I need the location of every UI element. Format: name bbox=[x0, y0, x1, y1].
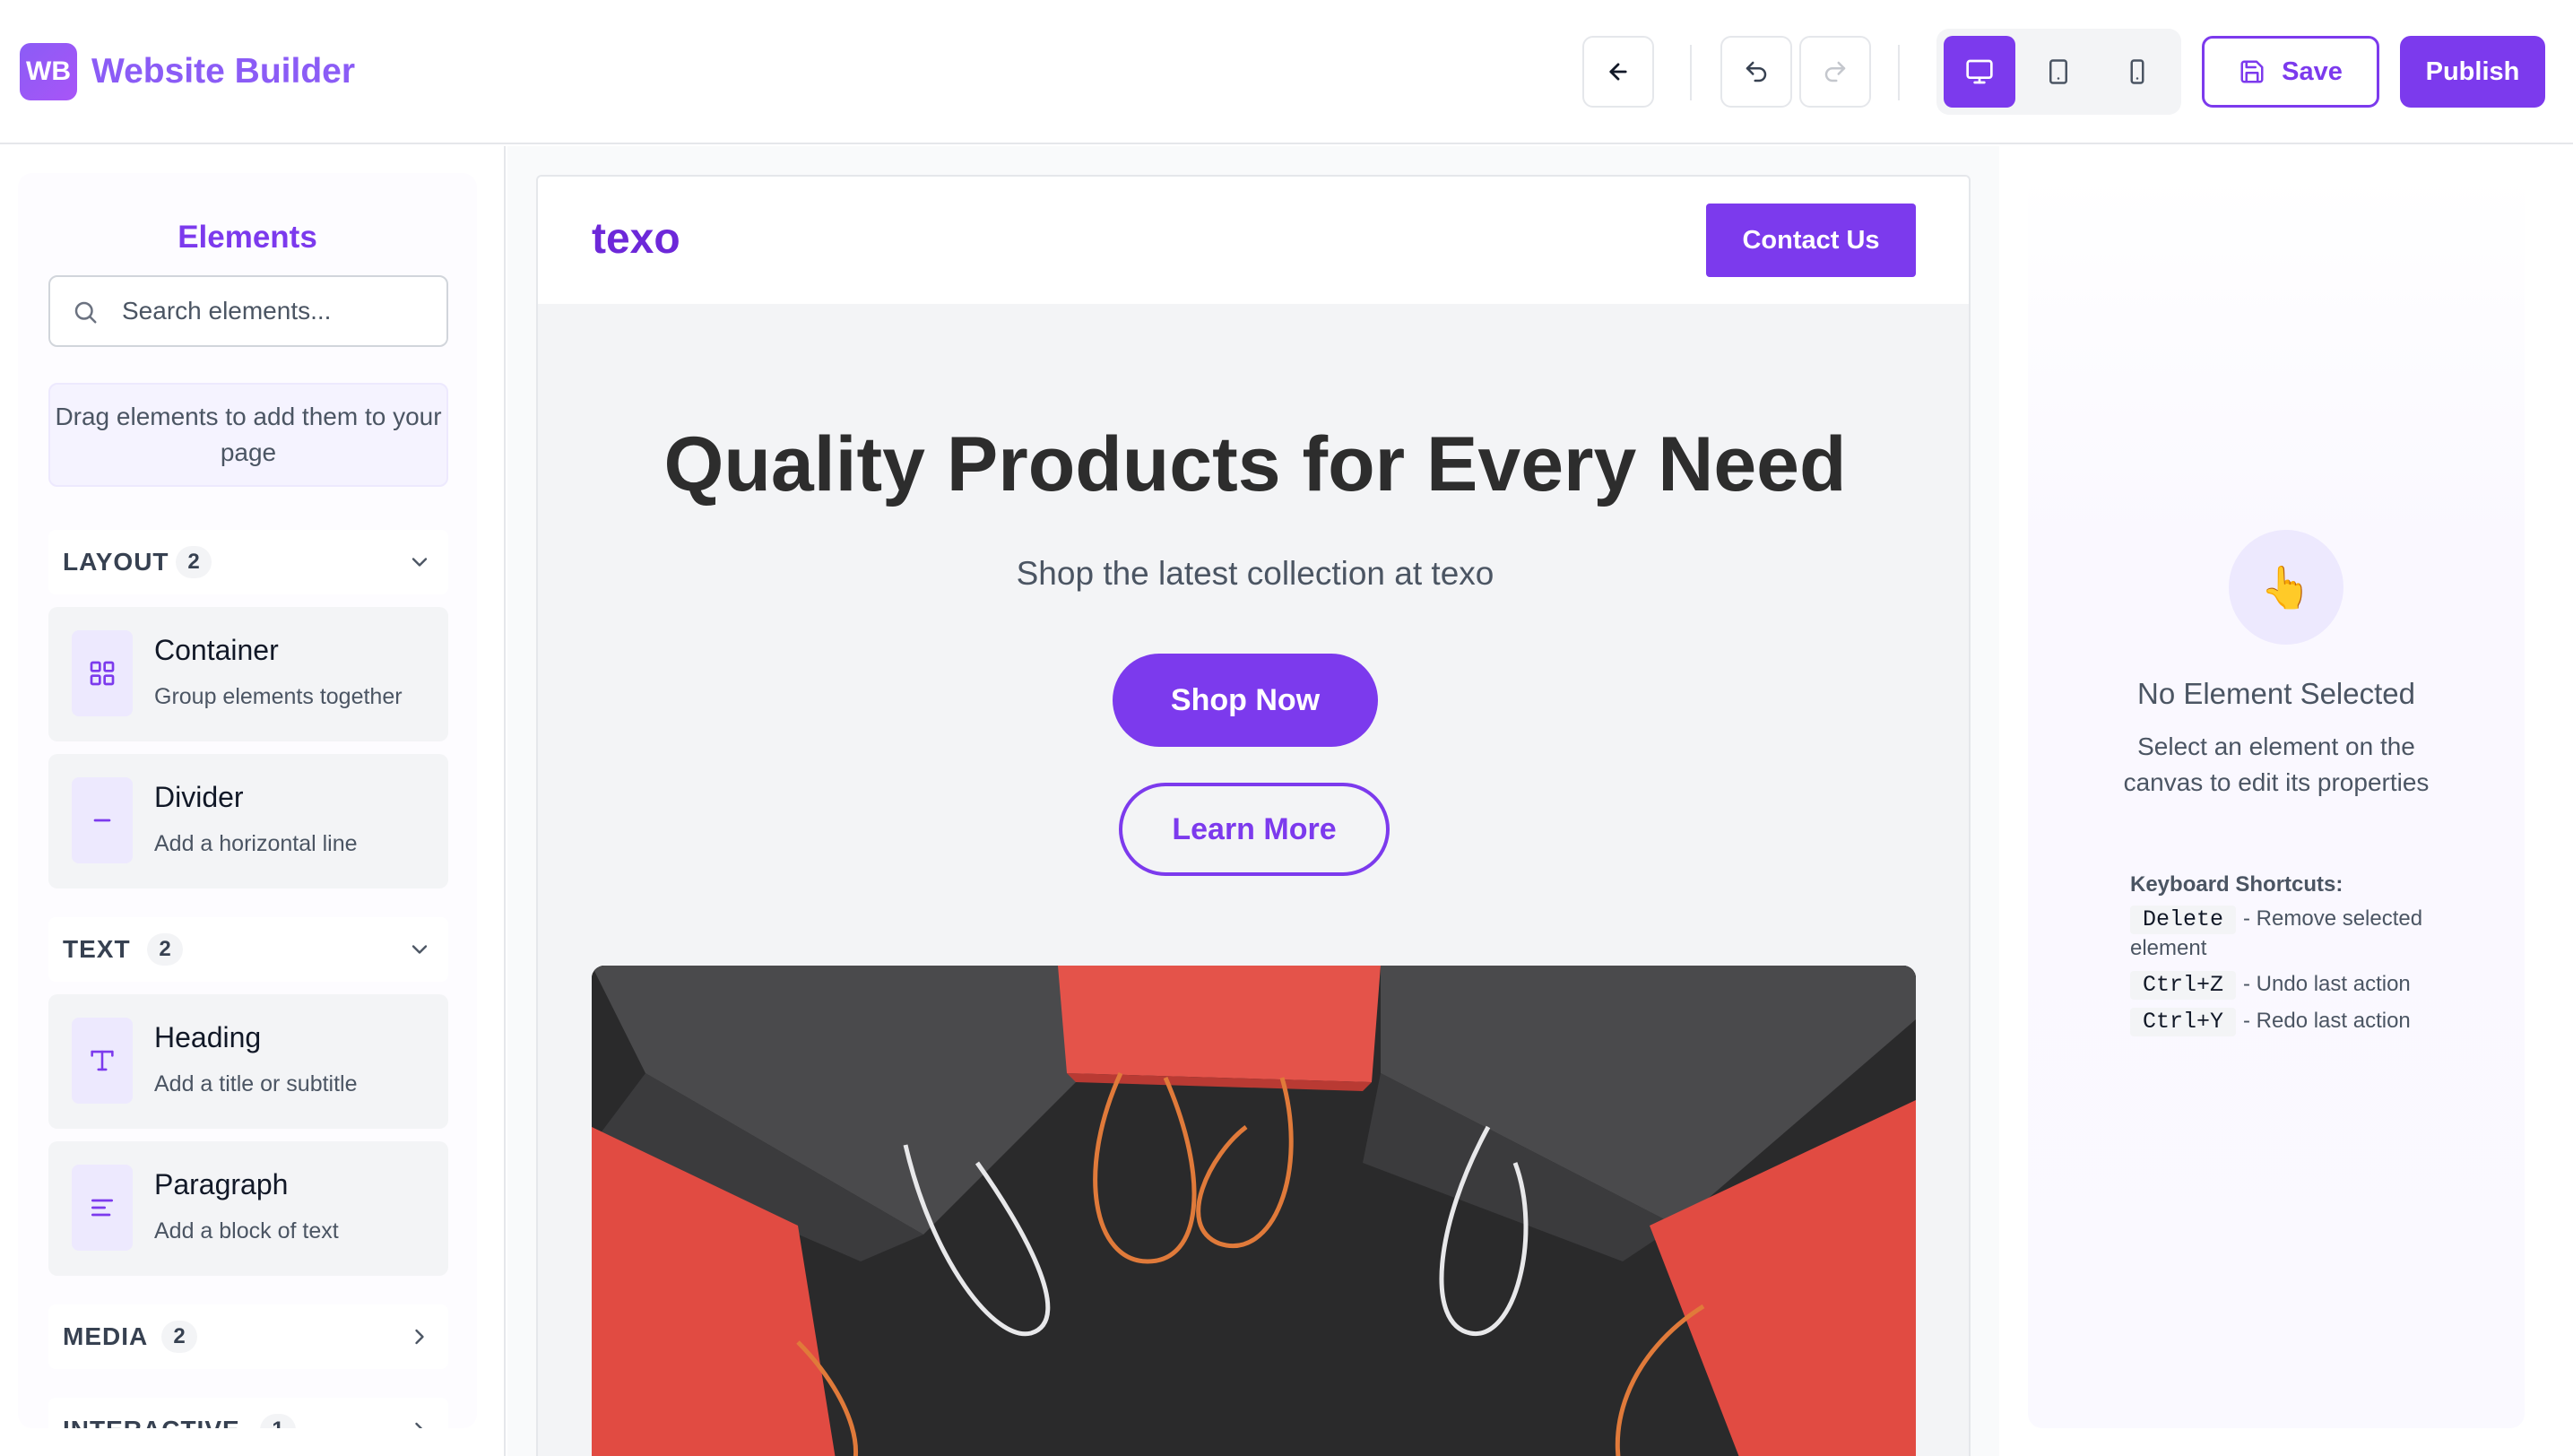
drag-hint: Drag elements to add them to your page bbox=[48, 383, 448, 487]
elements-panel: Elements Drag elements to add them to yo… bbox=[18, 173, 477, 1428]
empty-state-title: No Element Selected bbox=[2136, 677, 2415, 710]
device-switcher bbox=[1936, 29, 2181, 115]
element-name: Divider bbox=[154, 781, 244, 813]
category-count: 2 bbox=[176, 546, 212, 578]
pointer-icon: 👆 bbox=[2229, 530, 2343, 645]
monitor-icon bbox=[1966, 59, 1993, 84]
save-button[interactable]: Save bbox=[2202, 36, 2379, 108]
undo-button[interactable] bbox=[1720, 36, 1792, 108]
properties-panel: 👆 No Element Selected Select an element … bbox=[2028, 173, 2525, 1428]
save-icon bbox=[2240, 60, 2264, 83]
element-desc: Group elements together bbox=[154, 684, 403, 709]
element-name: Heading bbox=[154, 1021, 262, 1053]
toolbar-divider bbox=[1690, 45, 1692, 100]
category-media[interactable]: MEDIA 2 bbox=[48, 1304, 448, 1369]
hero-heading[interactable]: Quality Products for Every Need bbox=[538, 420, 1969, 509]
category-label: TEXT bbox=[63, 935, 131, 963]
type-icon bbox=[72, 1018, 133, 1104]
chevron-right-icon bbox=[415, 1329, 424, 1345]
undo-icon bbox=[1746, 61, 1767, 82]
desktop-view-button[interactable] bbox=[1944, 36, 2015, 108]
properties-sidebar: 👆 No Element Selected Select an element … bbox=[2001, 146, 2573, 1456]
shopping-bags-illustration bbox=[592, 966, 1916, 1456]
category-interactive[interactable]: INTERACTIVE 1 bbox=[48, 1398, 448, 1428]
category-text[interactable]: TEXT 2 bbox=[48, 917, 448, 982]
page-preview[interactable]: texo Contact Us Quality Products for Eve… bbox=[536, 175, 1971, 1456]
element-desc: Add a title or subtitle bbox=[154, 1071, 358, 1096]
element-heading[interactable]: Heading Add a title or subtitle bbox=[48, 994, 448, 1129]
category-layout[interactable]: LAYOUT 2 bbox=[48, 530, 448, 594]
toolbar-divider bbox=[1898, 45, 1900, 100]
chevron-right-icon bbox=[415, 1422, 423, 1428]
elements-sidebar: Elements Drag elements to add them to yo… bbox=[0, 146, 506, 1456]
element-container[interactable]: Container Group elements together bbox=[48, 607, 448, 741]
element-name: Paragraph bbox=[154, 1168, 289, 1200]
shortcut-key: Ctrl+Z bbox=[2130, 971, 2237, 1000]
category-count: 1 bbox=[260, 1414, 296, 1428]
shortcuts-title: Keyboard Shortcuts: bbox=[2130, 872, 2343, 897]
learn-more-button[interactable]: Learn More bbox=[1119, 783, 1390, 876]
publish-button[interactable]: Publish bbox=[2400, 36, 2545, 108]
element-desc: Add a block of text bbox=[154, 1218, 339, 1244]
empty-state-description: Select an element on the canvas to edit … bbox=[2123, 732, 2430, 796]
shortcut-key: Ctrl+Y bbox=[2130, 1008, 2237, 1036]
category-label: INTERACTIVE bbox=[63, 1416, 240, 1428]
shortcut-row: Ctrl+Y - Redo last action bbox=[2130, 1007, 2489, 1036]
element-divider[interactable]: Divider Add a horizontal line bbox=[48, 754, 448, 888]
logo-badge: WB bbox=[20, 43, 77, 100]
tablet-icon bbox=[2049, 59, 2067, 84]
shortcut-row: Ctrl+Z - Undo last action bbox=[2130, 970, 2489, 1000]
shortcut-action: - Redo last action bbox=[2243, 1009, 2411, 1033]
phone-icon bbox=[2130, 59, 2144, 84]
search-box bbox=[48, 275, 448, 347]
chevron-down-icon bbox=[412, 945, 428, 954]
mobile-view-button[interactable] bbox=[2101, 36, 2173, 108]
minus-icon bbox=[72, 777, 133, 863]
save-label: Save bbox=[2282, 56, 2343, 86]
category-label: LAYOUT bbox=[63, 548, 169, 576]
grid-icon bbox=[72, 630, 133, 716]
shortcut-row: Delete - Remove selected element bbox=[2130, 905, 2489, 963]
hero-subtitle[interactable]: Shop the latest collection at texo bbox=[538, 555, 1969, 593]
shopping-bags-image[interactable] bbox=[592, 966, 1916, 1456]
category-label: MEDIA bbox=[63, 1322, 149, 1350]
element-name: Container bbox=[154, 634, 279, 666]
element-paragraph[interactable]: Paragraph Add a block of text bbox=[48, 1141, 448, 1276]
shortcut-action: - Undo last action bbox=[2243, 972, 2411, 996]
chevron-down-icon bbox=[412, 558, 428, 567]
site-header[interactable]: texo Contact Us bbox=[538, 177, 1969, 304]
redo-icon bbox=[1824, 61, 1846, 82]
search-icon bbox=[74, 301, 97, 324]
app-title: Website Builder bbox=[91, 52, 356, 91]
keyboard-shortcuts: Keyboard Shortcuts: Delete - Remove selec… bbox=[2130, 872, 2489, 1044]
category-count: 2 bbox=[147, 933, 183, 966]
redo-button[interactable] bbox=[1799, 36, 1871, 108]
tablet-view-button[interactable] bbox=[2023, 36, 2094, 108]
category-count: 2 bbox=[161, 1321, 197, 1353]
shortcut-key: Delete bbox=[2130, 906, 2237, 934]
contact-button[interactable]: Contact Us bbox=[1706, 204, 1916, 277]
site-brand[interactable]: texo bbox=[592, 214, 680, 264]
search-input[interactable] bbox=[122, 293, 436, 329]
shop-now-button[interactable]: Shop Now bbox=[1113, 654, 1378, 747]
elements-title: Elements bbox=[178, 220, 317, 255]
arrow-left-icon bbox=[1609, 63, 1627, 81]
back-button[interactable] bbox=[1582, 36, 1654, 108]
align-left-icon bbox=[72, 1165, 133, 1251]
canvas-area: texo Contact Us Quality Products for Eve… bbox=[507, 146, 1999, 1456]
element-desc: Add a horizontal line bbox=[154, 831, 358, 856]
top-toolbar: WB Website Builder Save Publish bbox=[0, 0, 2573, 144]
